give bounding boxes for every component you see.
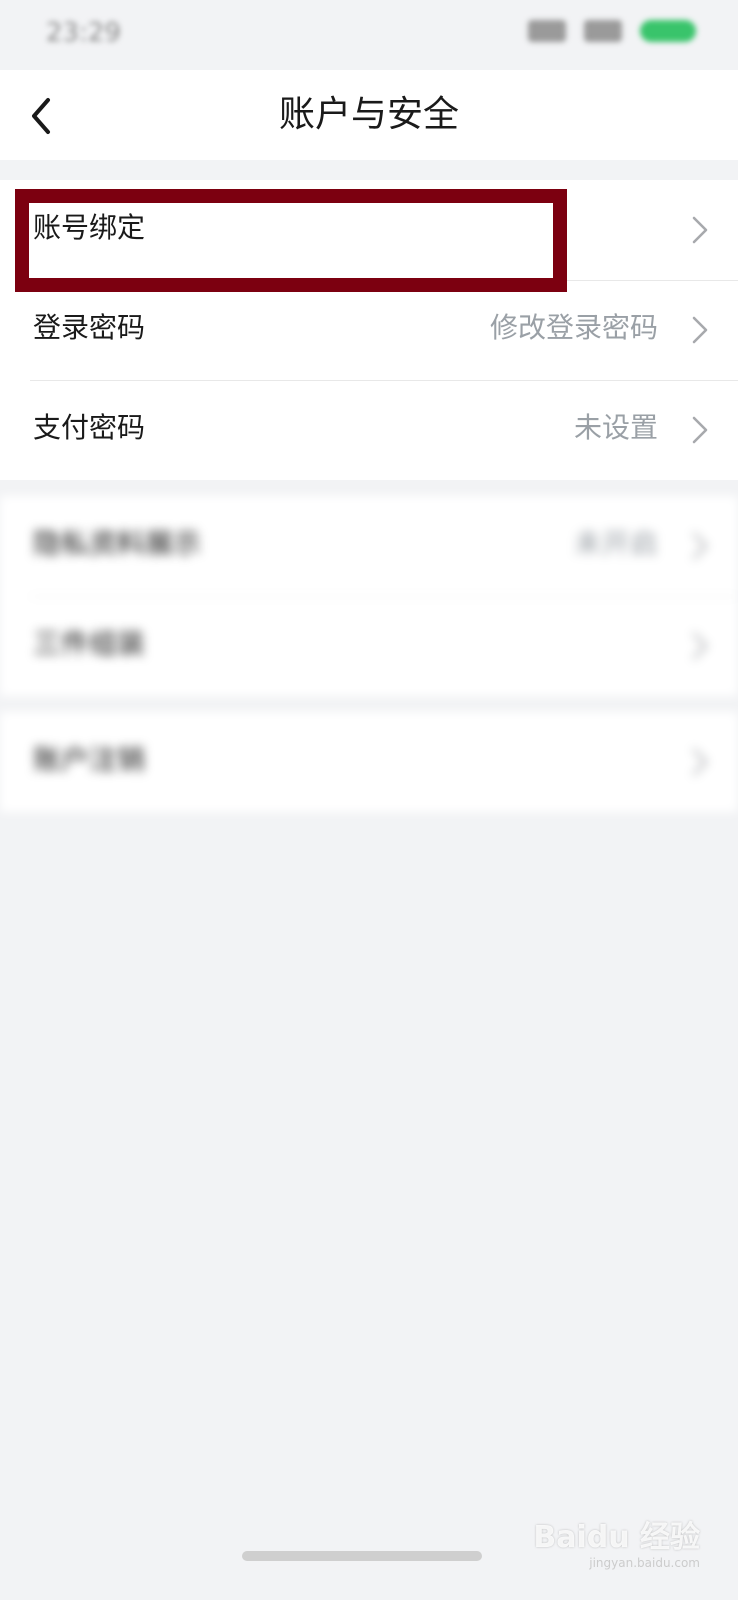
privacy-display-row[interactable]: 隐私资料展示 未开启 bbox=[0, 496, 738, 596]
watermark-url: jingyan.baidu.com bbox=[589, 1556, 700, 1570]
payment-password-row[interactable]: 支付密码 未设置 bbox=[0, 380, 738, 480]
row-label: 支付密码 bbox=[33, 411, 146, 444]
status-icons bbox=[528, 20, 696, 42]
chevron-right-icon bbox=[692, 416, 708, 444]
account-binding-row[interactable]: 账号绑定 bbox=[0, 180, 738, 280]
wifi-icon bbox=[584, 20, 622, 42]
chevron-right-icon bbox=[692, 632, 708, 660]
page-title: 账户与安全 bbox=[278, 94, 459, 135]
row-label: 隐私资料展示 bbox=[33, 527, 202, 560]
status-time: 23:29 bbox=[46, 18, 121, 48]
account-cancel-row[interactable]: 账户注销 bbox=[0, 712, 738, 812]
row-label: 三件组装 bbox=[33, 627, 146, 660]
row-value: 未开启 bbox=[573, 527, 658, 560]
row-label: 账号绑定 bbox=[33, 211, 146, 244]
battery-icon bbox=[640, 20, 696, 42]
third-party-row[interactable]: 三件组装 bbox=[0, 596, 738, 696]
account-cancel-group: 账户注销 bbox=[0, 712, 738, 812]
signal-icon bbox=[528, 20, 566, 42]
home-indicator bbox=[242, 1551, 482, 1561]
chevron-right-icon bbox=[692, 216, 708, 244]
privacy-group: 隐私资料展示 未开启 三件组装 bbox=[0, 496, 738, 696]
chevron-right-icon bbox=[692, 316, 708, 344]
watermark-logo: Baidu 经验 bbox=[533, 1520, 700, 1555]
nav-bar: 账户与安全 bbox=[0, 70, 738, 160]
chevron-right-icon bbox=[692, 748, 708, 776]
row-label: 登录密码 bbox=[33, 311, 146, 344]
row-label: 账户注销 bbox=[33, 743, 146, 776]
row-value: 未设置 bbox=[573, 411, 658, 444]
watermark: Baidu 经验 jingyan.baidu.com bbox=[533, 1512, 700, 1570]
login-password-row[interactable]: 登录密码 修改登录密码 bbox=[0, 280, 738, 380]
security-group: 账号绑定 登录密码 修改登录密码 支付密码 未设置 bbox=[0, 180, 738, 480]
chevron-right-icon bbox=[692, 532, 708, 560]
row-value: 修改登录密码 bbox=[489, 311, 658, 344]
status-bar: 23:29 bbox=[0, 0, 738, 70]
